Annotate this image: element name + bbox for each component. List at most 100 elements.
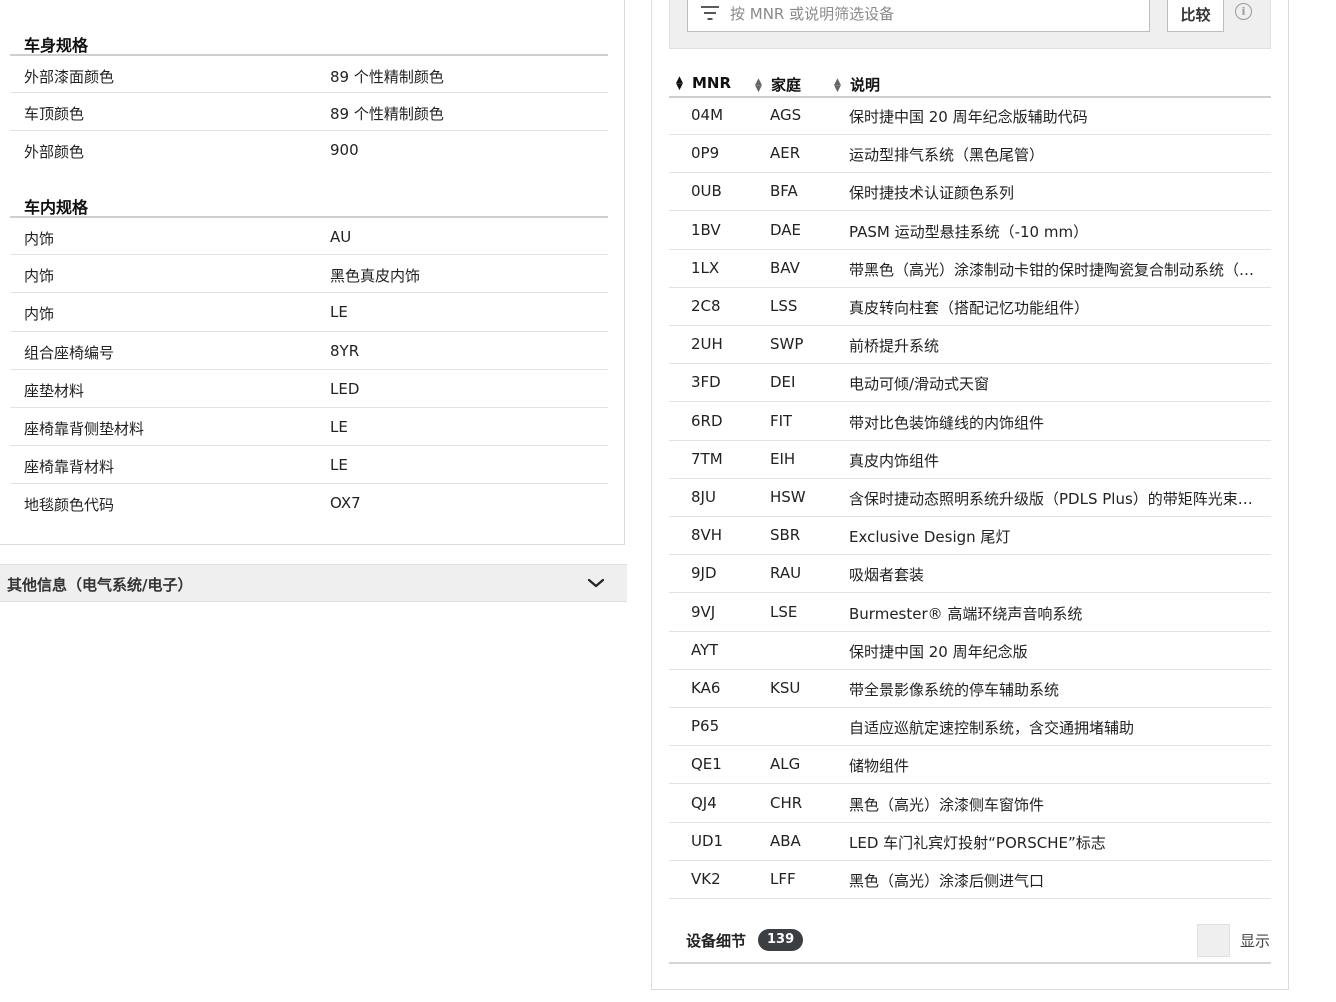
description-cell: 带黑色（高光）涂漆制动卡钳的保时捷陶瓷复合制动系统（PC... [849, 260, 1261, 279]
mnr-cell: KA6 [691, 679, 721, 697]
filter-field[interactable] [687, 0, 1150, 32]
table-row[interactable]: KA6 KSU 带全景影像系统的停车辅助系统 [669, 670, 1271, 708]
table-row[interactable]: P65 自适应巡航定速控制系统，含交通拥堵辅助 [669, 708, 1271, 747]
spec-row: 内饰 黑色真皮内饰 [10, 254, 608, 292]
filter-icon [701, 6, 719, 20]
description-cell: 真皮内饰组件 [849, 451, 940, 470]
spec-row: 内饰 LE [10, 292, 608, 330]
spec-label: 座椅靠背材料 [24, 458, 115, 477]
mnr-cell: P65 [691, 717, 720, 736]
table-row[interactable]: 9VJ LSE Burmester® 高端环绕声音响系统 [669, 594, 1271, 632]
spec-label: 外部漆面颜色 [24, 68, 115, 86]
spec-label: 内饰 [24, 267, 55, 286]
show-details-checkbox[interactable] [1197, 924, 1230, 957]
mnr-cell: 8VH [691, 526, 723, 545]
column-header-description[interactable]: ▲ ▼ 说明 [834, 74, 880, 95]
mnr-cell: 9JD [691, 564, 717, 583]
family-cell: LSE [770, 602, 798, 621]
compare-button[interactable]: 比较 [1167, 0, 1224, 32]
spec-value: 900 [330, 141, 359, 160]
spec-value: LE [330, 456, 348, 475]
description-cell: 黑色（高光）涂漆侧车窗饰件 [849, 795, 1045, 814]
description-cell: 储物组件 [849, 757, 910, 776]
table-row[interactable]: 9JD RAU 吸烟者套装 [669, 555, 1271, 594]
spec-row: 座椅靠背材料 LE [10, 445, 608, 483]
spec-label: 内饰 [24, 305, 55, 324]
spec-value: OX7 [330, 494, 361, 513]
mnr-cell: VK2 [691, 870, 721, 888]
family-cell: ALG [770, 755, 801, 774]
description-cell: 电动可倾/滑动式天窗 [849, 375, 990, 394]
family-cell: DAE [770, 220, 802, 239]
interior-spec-title: 车内规格 [24, 198, 89, 217]
footer-divider [669, 962, 1271, 964]
spec-label: 组合座椅编号 [24, 343, 115, 362]
mnr-cell: 7TM [691, 449, 723, 468]
mnr-cell: AYT [691, 640, 719, 659]
info-icon[interactable]: i [1235, 3, 1252, 20]
table-row[interactable]: UD1 ABA LED 车门礼宾灯投射“PORSCHE”标志 [669, 823, 1271, 861]
spec-value: AU [330, 228, 352, 246]
table-row[interactable]: 8JU HSW 含保时捷动态照明系统升级版（PDLS Plus）的带矩阵光束的... [669, 479, 1271, 517]
description-cell: 真皮转向柱套（搭配记忆功能组件） [849, 299, 1090, 317]
spec-label: 外部颜色 [24, 143, 85, 162]
mnr-cell: 3FD [691, 373, 721, 392]
table-row[interactable]: AYT 保时捷中国 20 周年纪念版 [669, 632, 1271, 670]
table-row[interactable]: 04M AGS 保时捷中国 20 周年纪念版辅助代码 [669, 97, 1271, 135]
other-info-label: 其他信息（电气系统/电子） [7, 576, 193, 594]
table-row[interactable]: 1LX BAV 带黑色（高光）涂漆制动卡钳的保时捷陶瓷复合制动系统（PC... [669, 250, 1271, 288]
spec-row: 座椅靠背侧垫材料 LE [10, 407, 608, 445]
table-row[interactable]: VK2 LFF 黑色（高光）涂漆后侧进气口 [669, 861, 1271, 899]
mnr-cell: 6RD [691, 411, 723, 430]
family-cell: RAU [770, 564, 802, 583]
family-cell: BAV [770, 258, 800, 277]
spec-label: 车顶颜色 [24, 105, 85, 124]
family-cell: FIT [770, 411, 793, 430]
mnr-cell: 0P9 [691, 144, 720, 163]
family-cell: AER [770, 144, 801, 163]
spec-value: 黑色真皮内饰 [330, 267, 421, 286]
family-cell: BFA [770, 182, 798, 201]
column-header-mnr[interactable]: ▲ ▼ MNR [676, 74, 731, 92]
other-info-accordion[interactable]: 其他信息（电气系统/电子） [0, 564, 627, 602]
spec-value: 89 个性精制颜色 [330, 68, 444, 86]
equipment-details-label: 设备细节 [686, 932, 747, 950]
family-cell: EIH [770, 449, 796, 468]
mnr-cell: 2C8 [691, 297, 721, 315]
description-cell: 带对比色装饰缝线的内饰组件 [849, 413, 1045, 432]
table-row[interactable]: 0UB BFA 保时捷技术认证颜色系列 [669, 173, 1271, 212]
chevron-down-icon [587, 578, 605, 588]
filter-input[interactable] [728, 1, 1132, 27]
table-row[interactable]: 6RD FIT 带对比色装饰缝线的内饰组件 [669, 403, 1271, 441]
sort-icon: ▲ ▼ [676, 74, 683, 92]
description-cell: PASM 运动型悬挂系统（-10 mm） [849, 222, 1089, 241]
column-header-family[interactable]: ▲ ▼ 家庭 [755, 74, 801, 95]
table-row[interactable]: 2C8 LSS 真皮转向柱套（搭配记忆功能组件） [669, 288, 1271, 326]
spec-row: 座垫材料 LED [10, 368, 608, 407]
spec-row: 内饰 AU [10, 216, 608, 254]
table-row[interactable]: 8VH SBR Exclusive Design 尾灯 [669, 517, 1271, 556]
spec-row: 外部颜色 900 [10, 130, 608, 168]
table-row[interactable]: QJ4 CHR 黑色（高光）涂漆侧车窗饰件 [669, 785, 1271, 823]
description-cell: 保时捷中国 20 周年纪念版 [849, 642, 1028, 661]
table-row[interactable]: 7TM EIH 真皮内饰组件 [669, 441, 1271, 479]
table-row[interactable]: 3FD DEI 电动可倾/滑动式天窗 [669, 364, 1271, 403]
description-cell: 带全景影像系统的停车辅助系统 [849, 681, 1060, 699]
table-row[interactable]: 1BV DAE PASM 运动型悬挂系统（-10 mm） [669, 212, 1271, 250]
mnr-cell: QE1 [691, 755, 722, 774]
description-cell: Burmester® 高端环绕声音响系统 [849, 604, 1083, 623]
family-cell: DEI [770, 373, 796, 392]
mnr-cell: UD1 [691, 831, 724, 850]
spec-label: 内饰 [24, 230, 55, 248]
spec-value: LE [330, 418, 348, 436]
sort-icon: ▲ ▼ [834, 76, 841, 94]
table-row[interactable]: QE1 ALG 储物组件 [669, 746, 1271, 785]
description-cell: 黑色（高光）涂漆后侧进气口 [849, 872, 1045, 890]
description-cell: 保时捷中国 20 周年纪念版辅助代码 [849, 108, 1088, 126]
spec-value: 89 个性精制颜色 [330, 105, 444, 124]
description-cell: 保时捷技术认证颜色系列 [849, 184, 1015, 203]
table-row[interactable]: 2UH SWP 前桥提升系统 [669, 326, 1271, 365]
show-details-label[interactable]: 显示 [1240, 930, 1270, 951]
family-cell: AGS [770, 106, 802, 124]
table-row[interactable]: 0P9 AER 运动型排气系统（黑色尾管） [669, 135, 1271, 174]
